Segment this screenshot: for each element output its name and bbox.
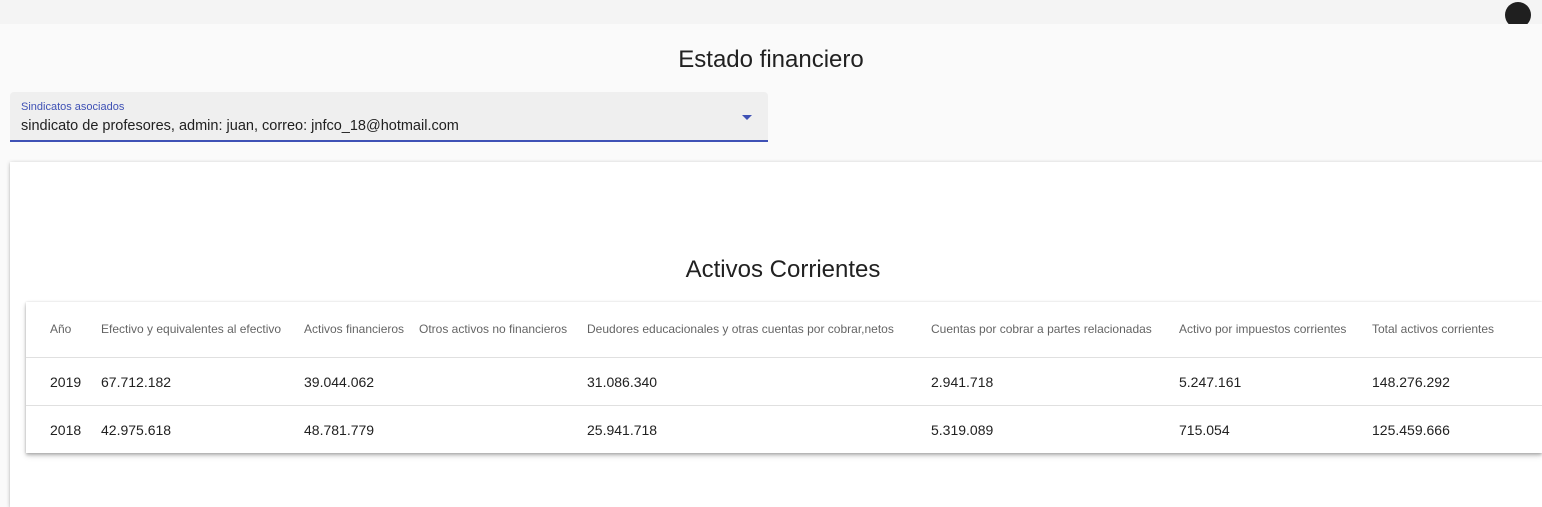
table-row: 2018 42.975.618 48.781.779 25.941.718 5.…	[26, 405, 1542, 453]
header-activos-financieros: Activos financieros	[304, 322, 405, 336]
top-toolbar	[0, 0, 1542, 24]
header-ano: Año	[50, 322, 72, 336]
sindicatos-select[interactable]: Sindicatos asociados sindicato de profes…	[10, 92, 768, 142]
dropdown-arrow-icon[interactable]	[742, 115, 752, 120]
table-cell: 67.712.182	[101, 374, 172, 390]
header-cuentas-por-cobrar: Cuentas por cobrar a partes relacionadas	[931, 322, 1152, 336]
table-cell: 125.459.666	[1372, 422, 1450, 438]
table-row: 2019 67.712.182 39.044.062 31.086.340 2.…	[26, 357, 1542, 405]
table-cell: 25.941.718	[587, 422, 658, 438]
account-circle-icon[interactable]	[1505, 2, 1531, 24]
table-cell: 39.044.062	[304, 374, 375, 390]
activos-table: Año Efectivo y equivalentes al efectivo …	[26, 302, 1542, 453]
select-label: Sindicatos asociados	[21, 101, 125, 113]
table-cell: 31.086.340	[587, 374, 658, 390]
page-title: Estado financiero	[678, 46, 864, 73]
table-cell: 42.975.618	[101, 422, 172, 438]
table-cell: 148.276.292	[1372, 374, 1450, 390]
table-cell: 48.781.779	[304, 422, 375, 438]
header-deudores: Deudores educacionales y otras cuentas p…	[587, 322, 894, 336]
header-activo-impuestos: Activo por impuestos corrientes	[1179, 322, 1347, 336]
card-title: Activos Corrientes	[685, 256, 881, 283]
table-cell: 5.247.161	[1179, 374, 1242, 390]
table-cell: 2.941.718	[931, 374, 994, 390]
table-cell: 2019	[50, 374, 82, 390]
table-cell: 715.054	[1179, 422, 1230, 438]
table-cell: 2018	[50, 422, 82, 438]
header-total: Total activos corrientes	[1372, 322, 1495, 336]
select-value: sindicato de profesores, admin: juan, co…	[21, 118, 459, 134]
header-efectivo: Efectivo y equivalentes al efectivo	[101, 322, 282, 336]
table-cell: 5.319.089	[931, 422, 994, 438]
header-otros-activos: Otros activos no financieros	[419, 322, 568, 336]
